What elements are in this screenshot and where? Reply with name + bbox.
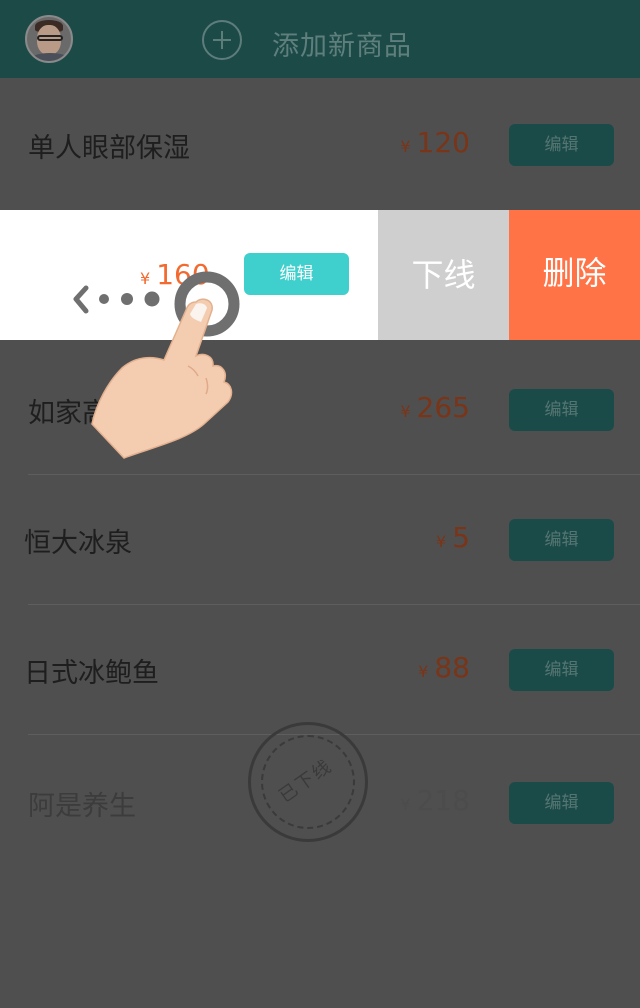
product-name: 阿是养生 <box>28 791 136 822</box>
price-value: 160 <box>156 258 210 291</box>
product-name-visible-start: 如家高 <box>28 398 109 429</box>
avatar[interactable] <box>25 15 73 63</box>
edit-button[interactable]: 编辑 <box>509 782 614 824</box>
product-name: 单人眼部保湿 <box>28 133 190 164</box>
product-price: ¥88 <box>418 651 470 684</box>
price-value: 265 <box>416 391 470 424</box>
currency-symbol: ¥ <box>140 269 151 288</box>
list-item[interactable]: 单人眼部保湿 ¥120 编辑 <box>0 80 640 210</box>
product-price: ¥120 <box>400 126 470 159</box>
product-name: 恒大冰泉 <box>24 528 132 559</box>
swiped-list-item[interactable]: ¥160 编辑 下线 删除 <box>0 210 640 340</box>
edit-button[interactable]: 编辑 <box>509 519 614 561</box>
add-product-title[interactable]: 添加新商品 <box>272 24 412 63</box>
product-name: 如家高 房 <box>28 391 202 430</box>
product-price: ¥5 <box>436 521 470 554</box>
list-item[interactable]: 如家高 房 ¥265 编辑 <box>0 345 640 475</box>
avatar-glasses <box>37 35 63 41</box>
price-value: 88 <box>434 651 470 684</box>
edit-button[interactable]: 编辑 <box>509 389 614 431</box>
price-value: 218 <box>416 784 470 817</box>
swiped-item-content[interactable]: ¥160 编辑 <box>0 210 378 340</box>
list-item[interactable]: 恒大冰泉 ¥5 编辑 <box>0 475 640 605</box>
app-header: 添加新商品 <box>0 0 640 78</box>
delete-button[interactable]: 删除 <box>509 210 640 340</box>
edit-button[interactable]: 编辑 <box>509 649 614 691</box>
product-price: ¥218 <box>400 784 470 817</box>
product-name-visible-end: 房 <box>175 398 202 429</box>
currency-symbol: ¥ <box>400 137 411 156</box>
plus-circle-icon[interactable] <box>202 20 242 60</box>
offline-button[interactable]: 下线 <box>378 210 509 340</box>
price-value: 120 <box>416 126 470 159</box>
edit-button[interactable]: 编辑 <box>244 253 349 295</box>
offline-stamp: 已下线 <box>248 722 368 842</box>
product-price: ¥160 <box>140 258 210 291</box>
currency-symbol: ¥ <box>400 795 411 814</box>
edit-button[interactable]: 编辑 <box>509 124 614 166</box>
avatar-shirt <box>30 53 70 61</box>
currency-symbol: ¥ <box>418 662 429 681</box>
product-name: 日式冰鲍鱼 <box>24 658 159 689</box>
price-value: 5 <box>452 521 470 554</box>
product-price: ¥265 <box>400 391 470 424</box>
currency-symbol: ¥ <box>400 402 411 421</box>
list-item[interactable]: 日式冰鲍鱼 ¥88 编辑 <box>0 605 640 735</box>
currency-symbol: ¥ <box>435 532 447 551</box>
